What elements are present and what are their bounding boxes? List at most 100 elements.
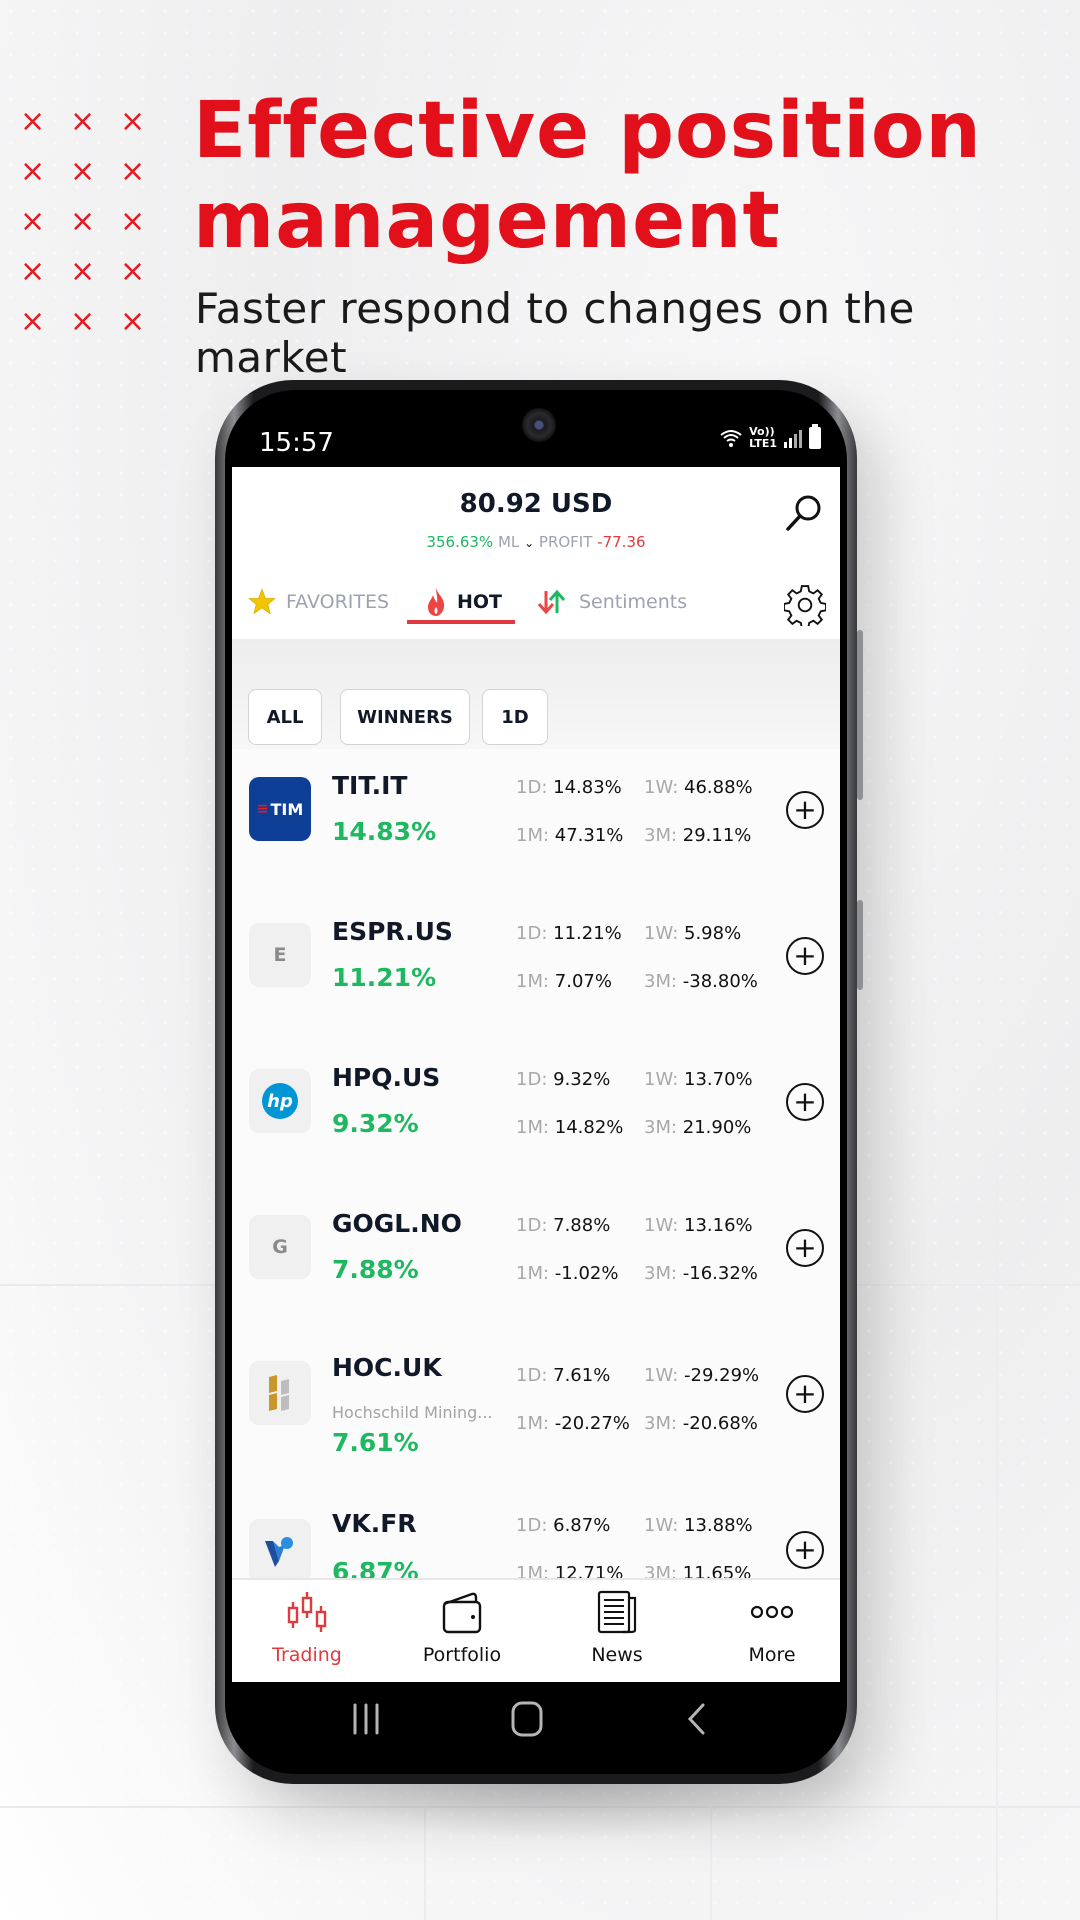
nav-portfolio-label: Portfolio (422, 1644, 502, 1666)
instrument-symbol: TIT.IT (332, 771, 408, 800)
power-button (857, 900, 863, 990)
instrument-symbol: VK.FR (332, 1509, 417, 1538)
instrument-row[interactable]: hp HPQ.US 9.32% 1D: 9.32% 1W: 13.70% 1M:… (232, 1041, 840, 1189)
more-dots-icon (750, 1605, 794, 1619)
decorative-cross-grid: × × × × × × × × × × × × × × × (20, 104, 146, 339)
nav-trading[interactable]: Trading (232, 1590, 382, 1666)
add-to-favorites-button[interactable]: + (786, 1083, 824, 1121)
gear-icon[interactable] (784, 584, 826, 626)
instrument-symbol: ESPR.US (332, 917, 453, 946)
plus-icon: + (793, 793, 817, 826)
stat-3m: 3M: 21.90% (644, 1117, 752, 1138)
add-to-favorites-button[interactable]: + (786, 1531, 824, 1569)
stat-1w: 1W: -29.29% (644, 1365, 760, 1386)
add-to-favorites-button[interactable]: + (786, 937, 824, 975)
account-metrics[interactable]: 356.63% ML ⌄ PROFIT -77.36 (232, 533, 840, 551)
instrument-row[interactable]: G GOGL.NO 7.88% 1D: 7.88% 1W: 13.16% 1M:… (232, 1187, 840, 1335)
home-icon[interactable] (510, 1700, 544, 1738)
nav-more[interactable]: More (697, 1590, 840, 1666)
filter-all-button[interactable]: ALL (248, 689, 322, 745)
hp-logo-icon: hp (262, 1083, 298, 1119)
active-tab-indicator (407, 620, 515, 624)
instrument-change: 7.61% (332, 1428, 419, 1457)
promo-headline-line2: management (193, 176, 781, 266)
background-grid-line (996, 1170, 998, 1920)
status-icons: Vo)) LTE1 (719, 424, 821, 450)
plus-icon: + (793, 1533, 817, 1566)
recent-apps-icon[interactable] (351, 1702, 381, 1736)
search-icon[interactable] (784, 493, 824, 533)
filter-bar: ALL WINNERS 1D (232, 639, 840, 749)
instrument-logo: hp (249, 1069, 311, 1133)
account-balance: 80.92 USD (459, 489, 613, 519)
stat-1w: 1W: 13.70% (644, 1069, 753, 1090)
stat-3m: 3M: -16.32% (644, 1263, 758, 1284)
instrument-symbol: GOGL.NO (332, 1209, 462, 1238)
stat-1w: 1W: 13.88% (644, 1515, 753, 1536)
instrument-change: 9.32% (332, 1109, 419, 1138)
tim-logo-mark-icon: ≡ (256, 801, 269, 817)
bottom-navigation: Trading Portfolio News More (232, 1578, 840, 1682)
nav-news-label: News (591, 1644, 643, 1666)
tab-favorites[interactable]: FAVORITES (248, 572, 389, 632)
up-down-arrows-icon (537, 589, 566, 615)
instrument-change: 11.21% (332, 963, 437, 992)
flame-icon (428, 588, 445, 616)
phone-bezel: 15:57 Vo)) LTE1 80.92 USD 356.63% ML ⌄ P… (225, 390, 847, 1774)
app-screen: 80.92 USD 356.63% ML ⌄ PROFIT -77.36 FAV… (232, 467, 840, 1682)
stat-1m: 1M: -20.27% (516, 1413, 630, 1434)
stat-1d: 1D: 6.87% (516, 1515, 611, 1536)
add-to-favorites-button[interactable]: + (786, 791, 824, 829)
add-to-favorites-button[interactable]: + (786, 1375, 824, 1413)
tab-bar: FAVORITES HOT Sentiments (232, 572, 840, 640)
instrument-symbol: HOC.UK (332, 1353, 442, 1382)
tab-sentiments[interactable]: Sentiments (537, 572, 687, 632)
instrument-row[interactable]: HOC.UK Hochschild Mining... 7.61% 1D: 7.… (232, 1333, 840, 1481)
filter-winners-dropdown[interactable]: WINNERS (340, 689, 470, 745)
stat-1w: 1W: 5.98% (644, 923, 742, 944)
stat-1m: 1M: 47.31% (516, 825, 624, 846)
stat-1d: 1D: 7.61% (516, 1365, 611, 1386)
stat-1w: 1W: 46.88% (644, 777, 753, 798)
promo-subheadline: Faster respond to changes on the market (195, 284, 915, 382)
stat-1m: 1M: 7.07% (516, 971, 612, 992)
tab-sentiments-label: Sentiments (579, 591, 688, 613)
stat-3m: 3M: -20.68% (644, 1413, 758, 1434)
stat-3m: 3M: -38.80% (644, 971, 758, 992)
chevron-down-icon[interactable]: ⌄ (524, 536, 534, 550)
candlestick-icon (287, 1592, 327, 1632)
front-camera (522, 408, 556, 442)
back-icon[interactable] (685, 1702, 709, 1736)
system-navigation-bar (225, 1670, 847, 1774)
status-time: 15:57 (259, 428, 334, 458)
instrument-row[interactable]: E ESPR.US 11.21% 1D: 11.21% 1W: 5.98% 1M… (232, 895, 840, 1043)
promo-headline-line1: Effective position (193, 86, 982, 176)
instrument-logo (249, 1519, 311, 1583)
promo-headline: Effective position management (193, 86, 982, 266)
instrument-symbol: HPQ.US (332, 1063, 441, 1092)
stat-1w: 1W: 13.16% (644, 1215, 753, 1236)
profit-label: PROFIT (538, 533, 593, 551)
margin-level-label: ML (497, 533, 520, 551)
stat-1d: 1D: 14.83% (516, 777, 622, 798)
hochschild-logo-icon (269, 1375, 289, 1411)
nav-trading-label: Trading (272, 1644, 342, 1666)
instrument-logo: G (249, 1215, 311, 1279)
stat-1m: 1M: 14.82% (516, 1117, 624, 1138)
instrument-logo: E (249, 923, 311, 987)
plus-icon: + (793, 1085, 817, 1118)
filter-period-dropdown[interactable]: 1D (482, 689, 548, 745)
instrument-row[interactable]: ≡ TIM TIT.IT 14.83% 1D: 14.83% 1W: 46.88… (232, 749, 840, 897)
margin-level-value: 356.63% (426, 533, 494, 551)
nav-news[interactable]: News (542, 1590, 692, 1666)
newspaper-icon (597, 1590, 637, 1634)
tab-hot-label: HOT (457, 591, 503, 613)
instrument-logo (249, 1361, 311, 1425)
plus-icon: + (793, 939, 817, 972)
instrument-logo: ≡ TIM (249, 777, 311, 841)
tab-favorites-label: FAVORITES (286, 591, 390, 613)
nav-portfolio[interactable]: Portfolio (387, 1590, 537, 1666)
battery-icon (809, 424, 821, 449)
add-to-favorites-button[interactable]: + (786, 1229, 824, 1267)
wallet-icon (442, 1592, 482, 1634)
